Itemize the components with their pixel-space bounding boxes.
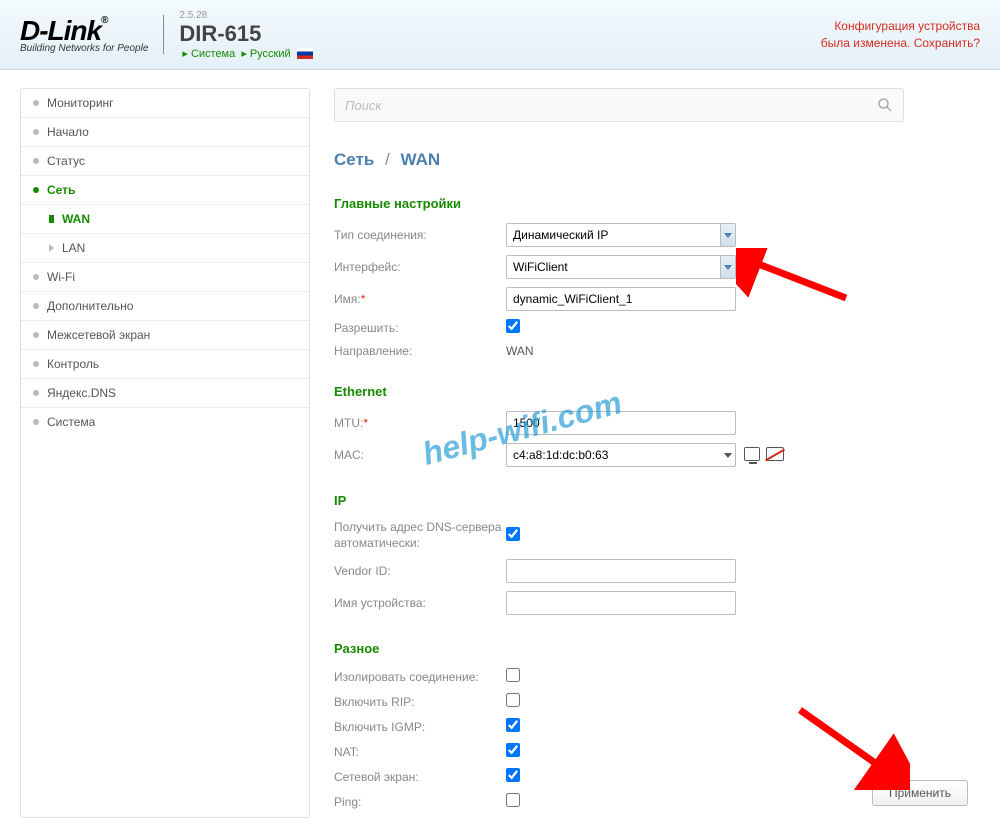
name-label: Имя:* — [334, 292, 506, 306]
name-input[interactable] — [506, 287, 736, 311]
allow-checkbox[interactable] — [506, 319, 520, 333]
ping-checkbox[interactable] — [506, 793, 520, 807]
section-ip: IP — [334, 493, 980, 508]
dropdown-arrow-icon — [720, 444, 735, 466]
search-icon — [877, 97, 893, 113]
iface-label: Интерфейс: — [334, 260, 506, 274]
breadcrumb-wan: WAN — [401, 150, 441, 169]
dns-auto-label: Получить адрес DNS-сервера автоматически… — [334, 520, 506, 551]
isolate-label: Изолировать соединение: — [334, 670, 506, 684]
devname-input[interactable] — [506, 591, 736, 615]
sidebar-item-lan[interactable]: LAN — [21, 234, 309, 263]
sidebar-item-system[interactable]: Система — [21, 408, 309, 436]
header-crumb[interactable]: ▸Система ▸Русский — [179, 47, 312, 60]
sidebar-item-advanced[interactable]: Дополнительно — [21, 292, 309, 321]
vendor-label: Vendor ID: — [334, 564, 506, 578]
clear-mac-icon[interactable] — [766, 447, 784, 463]
rip-checkbox[interactable] — [506, 693, 520, 707]
mac-label: MAC: — [334, 448, 506, 462]
main-panel: Поиск 1 Сеть / WAN Главные настройки Тип… — [310, 88, 980, 818]
firewall-checkbox[interactable] — [506, 768, 520, 782]
nat-label: NAT: — [334, 745, 506, 759]
header: D-Link® Building Networks for People 2.5… — [0, 0, 1000, 70]
section-main-settings: Главные настройки — [334, 196, 980, 211]
conn-type-label: Тип соединения: — [334, 228, 506, 242]
flag-ru-icon — [297, 48, 313, 59]
section-ethernet: Ethernet — [334, 384, 980, 399]
firewall-label: Сетевой экран: — [334, 770, 506, 784]
sidebar-item-wan[interactable]: WAN — [21, 205, 309, 234]
sidebar-item-start[interactable]: Начало — [21, 118, 309, 147]
section-misc: Разное — [334, 641, 980, 656]
conn-type-select[interactable]: Динамический IP — [506, 223, 736, 247]
rip-label: Включить RIP: — [334, 695, 506, 709]
crumb-lang[interactable]: Русский — [250, 48, 291, 60]
breadcrumb: Сеть / WAN — [334, 150, 980, 170]
brand-tagline: Building Networks for People — [20, 43, 148, 54]
sidebar-item-wifi[interactable]: Wi-Fi — [21, 263, 309, 292]
dropdown-arrow-icon — [720, 256, 735, 278]
dropdown-arrow-icon — [720, 224, 735, 246]
isolate-checkbox[interactable] — [506, 668, 520, 682]
mtu-label: MTU:* — [334, 416, 506, 430]
direction-label: Направление: — [334, 344, 506, 358]
crumb-system[interactable]: Система — [191, 48, 235, 60]
logo-block: D-Link® Building Networks for People — [20, 15, 164, 54]
iface-select[interactable]: WiFiClient — [506, 255, 736, 279]
ping-label: Ping: — [334, 795, 506, 809]
sidebar: Мониторинг Начало Статус Сеть WAN LAN Wi… — [20, 88, 310, 818]
vendor-input[interactable] — [506, 559, 736, 583]
mac-select[interactable]: c4:a8:1d:dc:b0:63 — [506, 443, 736, 467]
sidebar-item-monitoring[interactable]: Мониторинг — [21, 89, 309, 118]
allow-label: Разрешить: — [334, 321, 506, 335]
apply-button[interactable]: Применить — [872, 780, 968, 806]
breadcrumb-network[interactable]: Сеть — [334, 150, 374, 169]
firmware-version: 2.5.28 — [179, 10, 312, 21]
sidebar-item-status[interactable]: Статус — [21, 147, 309, 176]
mtu-input[interactable] — [506, 411, 736, 435]
model-name: DIR-615 — [179, 21, 312, 47]
search-input[interactable]: Поиск — [334, 88, 904, 122]
direction-value: WAN — [506, 344, 534, 358]
nat-checkbox[interactable] — [506, 743, 520, 757]
igmp-checkbox[interactable] — [506, 718, 520, 732]
sidebar-item-firewall[interactable]: Межсетевой экран — [21, 321, 309, 350]
config-changed-notice[interactable]: Конфигурация устройствабыла изменена. Со… — [821, 18, 980, 52]
model-block: 2.5.28 DIR-615 ▸Система ▸Русский — [164, 10, 312, 60]
clone-mac-icon[interactable] — [744, 447, 760, 461]
dns-auto-checkbox[interactable] — [506, 527, 520, 541]
sidebar-item-control[interactable]: Контроль — [21, 350, 309, 379]
devname-label: Имя устройства: — [334, 596, 506, 610]
igmp-label: Включить IGMP: — [334, 720, 506, 734]
sidebar-item-yandexdns[interactable]: Яндекс.DNS — [21, 379, 309, 408]
sidebar-item-network[interactable]: Сеть — [21, 176, 309, 205]
